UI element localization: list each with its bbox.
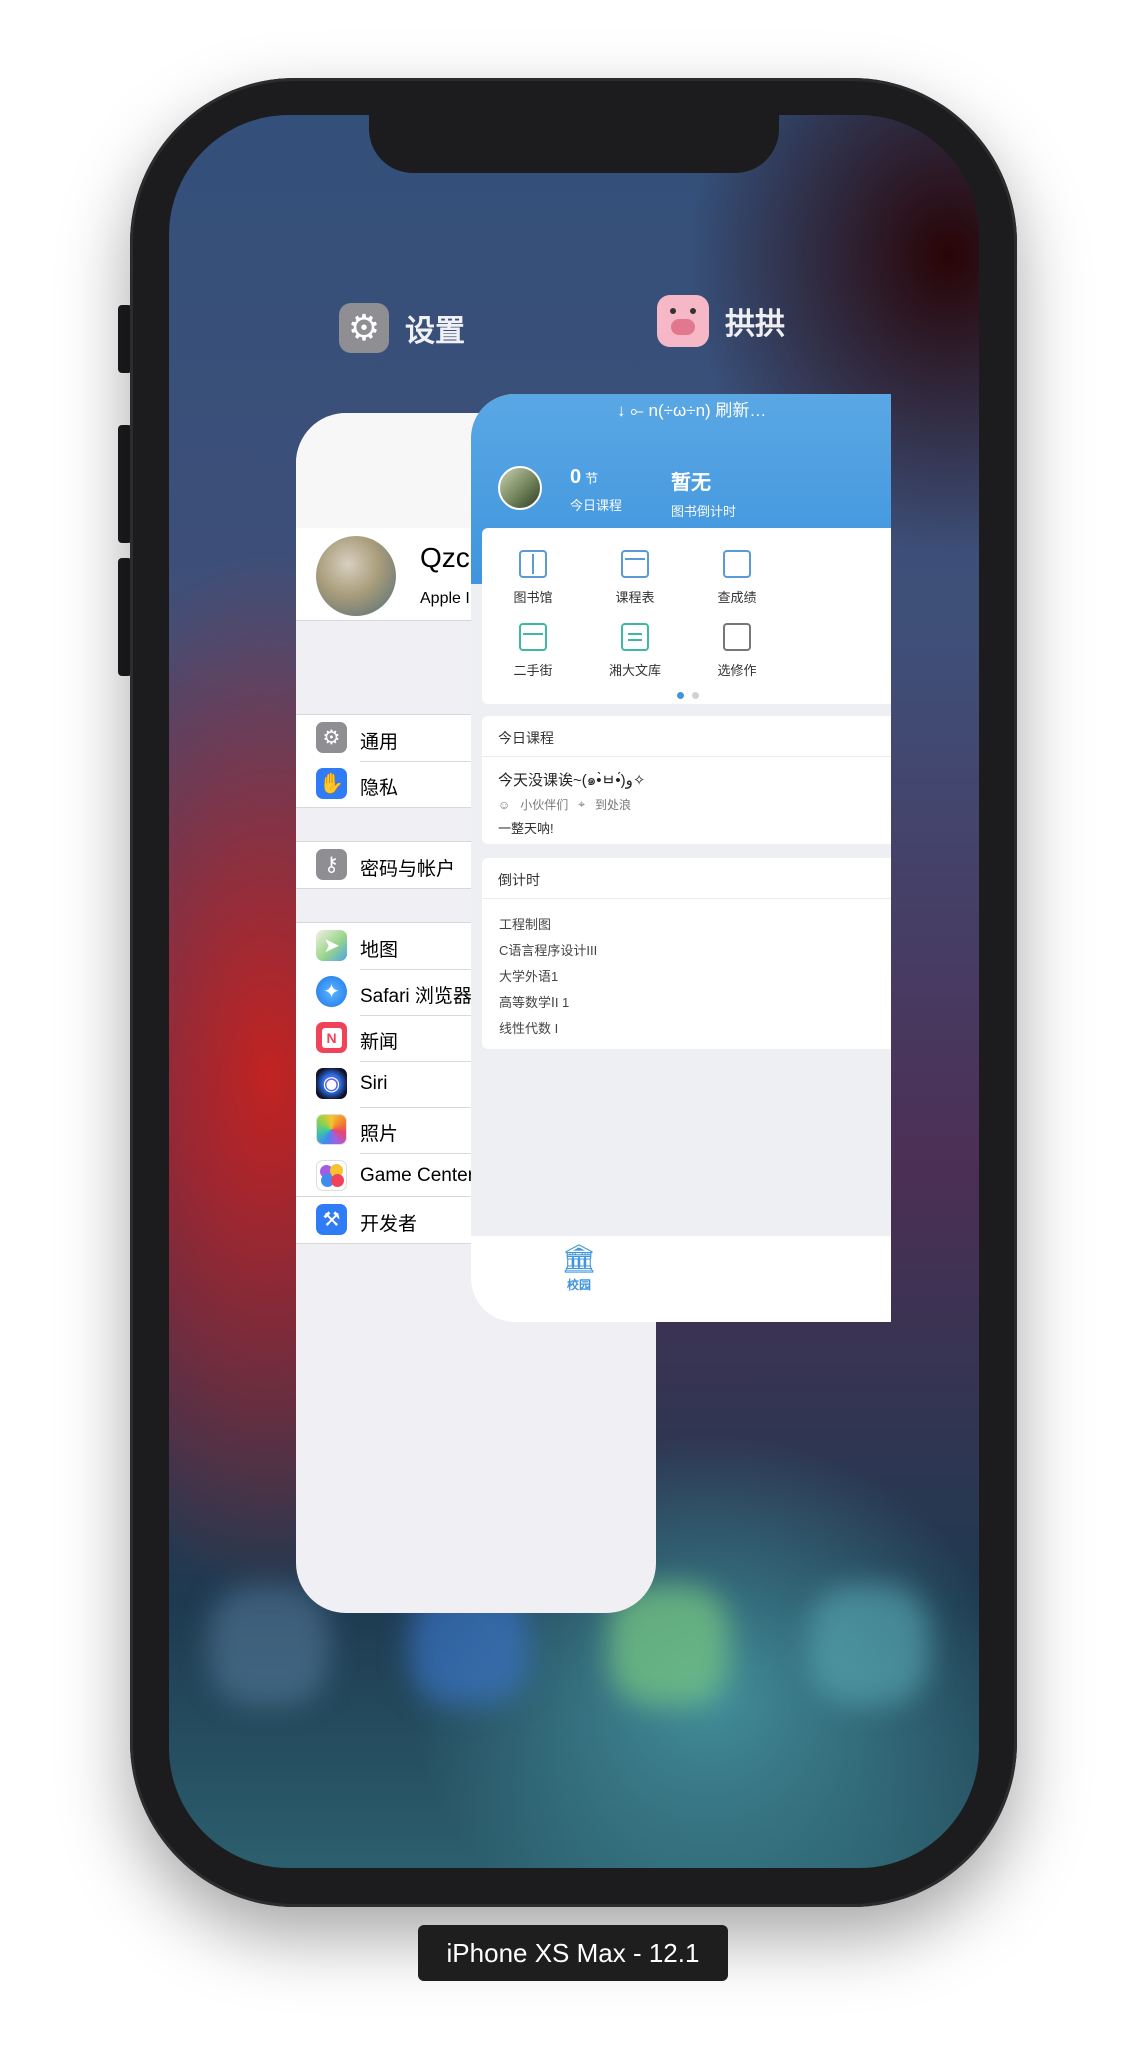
document-icon [621,623,649,651]
page-indicator[interactable] [677,686,707,704]
course-note: 一整天呐! [498,821,554,836]
no-course-text: 今天没课诶~(๑•̀ㅂ•́)و✧ [498,772,646,789]
notch [369,115,779,173]
gear-icon: ⚙ [316,722,347,753]
checklist-icon [723,623,751,651]
row-label: 新闻 [360,1032,399,1053]
countdown-panel: 倒计时 工程制图 C语言程序设计III 大学外语1 高等数学ⅠI 1 线性代数 … [482,858,891,1049]
stat-today-courses[interactable]: 0节 今日课程 [570,466,622,514]
people-text: 小伙伴们 [520,798,569,812]
settings-app-name: 设置 [405,315,465,348]
bank-icon: 🏛 [561,1243,597,1274]
tab-bar: 🏛 校园 [471,1236,891,1322]
dock-app-blur [209,1585,329,1705]
feature-grid: 图书馆 课程表 查成绩 二手街 湘大文库 选修作 [482,528,891,704]
person-icon: ☺ [498,797,511,812]
gear-icon: ⚙ [339,303,389,353]
grid-item-xtu-library[interactable]: 湘大文库 [590,623,680,679]
row-label: 密码与帐户 [360,859,456,880]
countdown-item[interactable]: 高等数学ⅠI 1 [499,992,569,1011]
row-label: 通用 [360,732,399,753]
grid-label: 二手街 [513,663,553,678]
stat-library-countdown[interactable]: 暂无 图书倒计时 [671,466,736,520]
grid-item-second-hand[interactable]: 二手街 [488,623,578,679]
game-center-icon [316,1160,347,1191]
panel-title: 倒计时 [498,872,540,888]
course-meta: ☺ 小伙伴们 ⌖ 到处浪 [498,796,631,813]
key-icon: ⚷ [316,849,347,880]
row-label: 地图 [360,940,399,961]
stat-label: 今日课程 [570,498,623,513]
dock-app-blur [809,1585,929,1705]
grid-item-elective[interactable]: 选修作 [692,623,782,679]
stat-value: 暂无 [671,472,711,494]
app-switcher-screen: ⚙ 设置 拱拱 设置 Qzc Jerry Apple ID、iCloud、iTu… [169,115,979,1868]
countdown-item[interactable]: 大学外语1 [499,966,558,985]
pig-icon [657,295,709,347]
book-icon [519,550,547,578]
grade-icon [723,550,751,578]
grid-label: 图书馆 [513,590,553,605]
simulator-caption: iPhone XS Max - 12.1 [418,1925,728,1981]
row-label: Safari 浏览器 [360,986,472,1007]
avatar [316,536,396,616]
photos-icon [316,1114,347,1145]
news-icon: N [316,1022,347,1053]
grid-label: 查成绩 [717,590,757,605]
stat-value: 0 [570,466,582,488]
stat-unit: 节 [585,471,599,486]
countdown-item[interactable]: 工程制图 [499,914,551,933]
countdown-item[interactable]: 线性代数 I [499,1018,558,1037]
grid-item-timetable[interactable]: 课程表 [590,550,680,606]
row-label: 照片 [360,1124,399,1145]
row-label: Siri [360,1073,388,1094]
location-icon: ⌖ [578,797,586,811]
row-label: 隐私 [360,778,399,799]
store-icon [519,623,547,651]
calendar-icon [621,550,649,578]
stat-label: 图书倒计时 [671,504,737,519]
hammer-icon: ⚒ [316,1204,347,1235]
tab-campus[interactable]: 🏛 校园 [557,1244,601,1293]
panel-title: 今日课程 [498,730,554,746]
settings-app-label[interactable]: ⚙ 设置 [339,303,465,353]
today-courses-panel: 今日课程 今天没课诶~(๑•̀ㅂ•́)و✧ ☺ 小伙伴们 ⌖ 到处浪 一整天呐! [482,716,891,844]
row-label: Game Center [360,1165,475,1186]
grid-item-library[interactable]: 图书馆 [488,550,578,606]
avatar[interactable] [498,466,542,510]
place-text: 到处浪 [595,798,632,812]
countdown-item[interactable]: C语言程序设计III [499,940,597,959]
row-label: 开发者 [360,1214,418,1235]
tab-label: 校园 [566,1278,591,1292]
grid-label: 选修作 [717,663,757,678]
grid-label: 课程表 [615,590,655,605]
gonggong-app-card[interactable]: ↓ ⟜ n(÷ω÷n) 刷新… 0节 今日课程 暂无 图书倒计时 图书馆 课程表 [471,394,891,1322]
grid-item-grades[interactable]: 查成绩 [692,550,782,606]
gonggong-app-label[interactable]: 拱拱 [657,295,785,347]
siri-icon: ◉ [316,1068,347,1099]
pull-to-refresh-hint: ↓ ⟜ n(÷ω÷n) 刷新… [617,401,767,420]
hand-icon: ✋ [316,768,347,799]
compass-icon: ✦ [316,976,347,1007]
grid-label: 湘大文库 [608,663,661,678]
gonggong-app-name: 拱拱 [725,308,785,341]
maps-icon: ➤ [316,930,347,961]
